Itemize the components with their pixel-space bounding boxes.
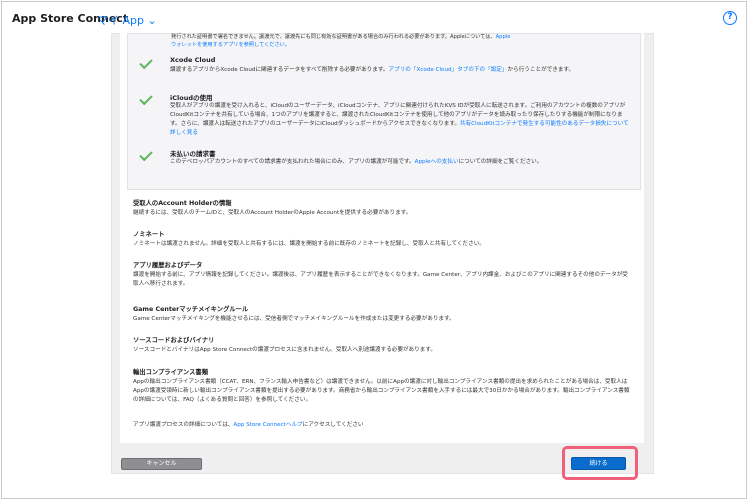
checkmark-icon bbox=[139, 59, 153, 69]
check-item-title: Xcode Cloud bbox=[170, 56, 216, 64]
my-apps-menu[interactable]: マイ App ⌄ bbox=[97, 12, 157, 28]
check-item-xcode-cloud: Xcode Cloud 譲渡するアプリからXcode Cloudに関連するデータ… bbox=[139, 56, 629, 86]
help-icon[interactable]: ? bbox=[723, 11, 737, 25]
requirements-checklist: 発行された証明書で署名できません。譲渡元で、譲渡先にも同じ有効な証明書がある場合… bbox=[127, 33, 641, 190]
section-body: 継続するには、受取人のチームIDと、受取人のAccount HolderのApp… bbox=[133, 210, 412, 216]
wallet-apps-link[interactable]: ウォレットを使用するアプリを参照してください。 bbox=[171, 42, 290, 48]
section-game-center: Game Centerマッチメイキングルール Game Centerマッチメイキ… bbox=[133, 305, 633, 324]
check-item-unpaid-invoices: 未払いの請求書 このデベロッパアカウントのすべての請求書が支払われた場合にのみ、… bbox=[139, 148, 629, 172]
transfer-requirements-scroll[interactable]: 発行された証明書で署名できません。譲渡元で、譲渡先にも同じ有効な証明書がある場合… bbox=[120, 33, 644, 443]
checkmark-icon bbox=[139, 151, 153, 161]
section-source-code: ソースコードおよびバイナリ ソースコードとバイナリはApp Store Conn… bbox=[133, 336, 633, 355]
section-account-holder: 受取人のAccount Holderの情報 継続するには、受取人のチームIDと、… bbox=[133, 199, 633, 218]
section-title: 輸出コンプライアンス書類 bbox=[133, 369, 208, 376]
section-title: アプリ履歴およびデータ bbox=[133, 262, 203, 269]
check-item-body: 受取人がアプリの譲渡を受け入れると、iCloudのユーザーデータ、iCloudコ… bbox=[170, 103, 629, 136]
continue-button-highlight bbox=[562, 446, 638, 480]
section-title: 受取人のAccount Holderの情報 bbox=[133, 200, 232, 207]
check-item-body: 譲渡するアプリからXcode Cloudに関連するデータをすべて削除する必要があ… bbox=[170, 67, 575, 73]
window-frame: App Store Connect マイ App ⌄ ? 発行された証明書で署名… bbox=[1, 1, 747, 499]
app-store-connect-help-link[interactable]: App Store Connectヘルプ bbox=[233, 422, 302, 428]
section-title: Game Centerマッチメイキングルール bbox=[133, 306, 249, 313]
section-body: Appの輸出コンプライアンス書類（CCAT、ERN、フランス輸入申告書など）は譲… bbox=[133, 379, 630, 403]
section-body: ノミネートは譲渡されません。詳細を受取人と共有するには、譲渡を開始する前に既存の… bbox=[133, 241, 485, 247]
section-body: Game Centerマッチメイキングを機能させるには、受信者側でマッチメイキン… bbox=[133, 316, 455, 322]
check-item-title: 未払いの請求書 bbox=[170, 150, 216, 158]
apple-wallet-link[interactable]: Apple bbox=[496, 34, 511, 40]
section-app-history: アプリ履歴およびデータ 譲渡を開始する前に、アプリ情報を記録してください。譲渡後… bbox=[133, 261, 633, 289]
checkmark-icon bbox=[139, 95, 153, 105]
check-item-body: このデベロッパアカウントのすべての請求書が支払われた場合にのみ、アプリの譲渡が可… bbox=[170, 159, 543, 165]
checklist-top-fragment: 発行された証明書で署名できません。譲渡元で、譲渡先にも同じ有効な証明書がある場合… bbox=[171, 34, 511, 48]
top-navigation-bar: App Store Connect マイ App ⌄ ? bbox=[2, 2, 746, 34]
section-nominations: ノミネート ノミネートは譲渡されません。詳細を受取人と共有するには、譲渡を開始す… bbox=[133, 230, 633, 249]
transfer-help-note: アプリ譲渡プロセスの詳細については、App Store Connectヘルプにア… bbox=[133, 422, 364, 428]
apple-payments-link[interactable]: Appleへの支払い bbox=[415, 159, 459, 165]
check-item-title: iCloudの使用 bbox=[170, 94, 213, 102]
section-title: ノミネート bbox=[133, 231, 165, 238]
section-body: ソースコードとバイナリはApp Store Connectの譲渡プロセスに含まれ… bbox=[133, 347, 436, 353]
section-body: 譲渡を開始する前に、アプリ情報を記録してください。譲渡後は、アプリ履歴を表示する… bbox=[133, 272, 628, 287]
xcode-cloud-settings-link[interactable]: アプリの「Xcode Cloud」タブの下の「設定」 bbox=[389, 67, 508, 73]
cancel-button[interactable]: キャンセル bbox=[121, 458, 202, 470]
check-item-icloud: iCloudの使用 受取人がアプリの譲渡を受け入れると、iCloudのユーザーデ… bbox=[139, 92, 629, 142]
section-title: ソースコードおよびバイナリ bbox=[133, 337, 215, 344]
section-export-compliance: 輸出コンプライアンス書類 Appの輸出コンプライアンス書類（CCAT、ERN、フ… bbox=[133, 368, 633, 405]
